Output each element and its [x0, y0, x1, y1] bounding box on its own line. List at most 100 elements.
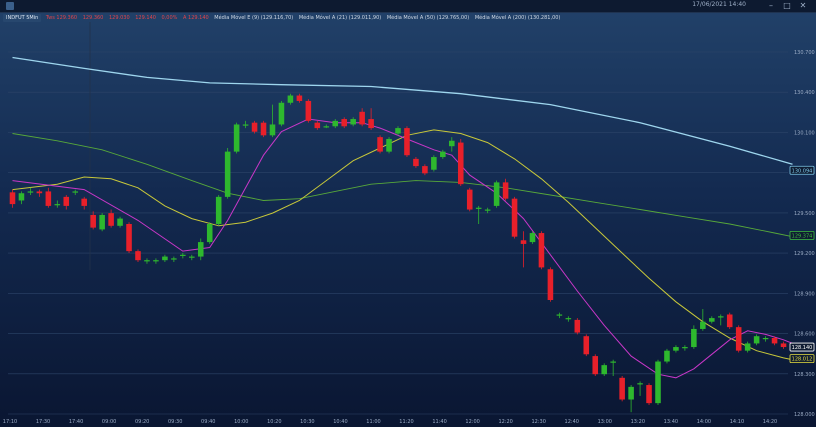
- candle-body: [610, 361, 616, 363]
- candle-body: [556, 314, 563, 316]
- candle-body: [54, 204, 61, 206]
- candle-body: [511, 198, 518, 237]
- candle-body: [126, 224, 132, 252]
- candle-body: [744, 343, 751, 351]
- x-tick-label: 10:30: [300, 419, 314, 425]
- candle-body: [215, 196, 222, 224]
- candle-body: [278, 102, 285, 125]
- candle-body: [18, 193, 25, 201]
- y-tick-label: 129.200: [794, 251, 815, 257]
- candle-body: [386, 138, 392, 152]
- x-tick-label: 12:40: [565, 419, 579, 425]
- x-tick-label: 09:30: [168, 419, 182, 425]
- candle-body: [368, 119, 374, 129]
- x-tick-label: 11:40: [432, 419, 446, 425]
- candle-body: [726, 314, 733, 328]
- y-tick-label: 130.100: [794, 130, 815, 136]
- candle-body: [162, 256, 168, 261]
- candle-body: [269, 124, 276, 136]
- candle-body: [601, 365, 607, 375]
- x-tick-label: 12:20: [498, 419, 512, 425]
- y-tick-label: 128.000: [794, 412, 815, 418]
- candle-body: [655, 361, 661, 404]
- candle-body: [144, 260, 150, 262]
- y-tick-label: 129.500: [794, 211, 815, 217]
- y-tick-label: 130.700: [794, 50, 815, 56]
- candle-body: [287, 95, 294, 103]
- candle-body: [637, 383, 643, 385]
- y-tick-label: 128.600: [794, 332, 815, 338]
- x-tick-label: 14:10: [730, 419, 744, 425]
- x-tick-label: 09:20: [135, 419, 149, 425]
- chart-window: 17/06/2021 14:40 – □ ✕ INDFUT 5Min Tws 1…: [0, 0, 816, 427]
- sma200-line: [12, 56, 793, 165]
- candlestick-chart[interactable]: 130.700130.400130.100129.800129.500129.2…: [0, 0, 816, 427]
- candle-body: [108, 213, 114, 226]
- x-tick-label: 11:00: [366, 419, 380, 425]
- candle-body: [592, 356, 599, 375]
- candle-body: [440, 151, 446, 158]
- candle-body: [413, 158, 419, 167]
- candle-body: [664, 350, 670, 362]
- price-tag-label: 128.012: [792, 357, 813, 363]
- price-tag: 129.374: [789, 230, 815, 240]
- candle-body: [36, 191, 43, 194]
- candle-body: [466, 189, 473, 210]
- x-tick-label: 14:20: [763, 419, 777, 425]
- candle-body: [583, 336, 590, 355]
- x-tick-label: 09:00: [102, 419, 116, 425]
- candle-body: [117, 218, 123, 226]
- candle-body: [457, 142, 464, 185]
- y-tick-label: 128.900: [794, 291, 815, 297]
- x-tick-label: 14:00: [697, 419, 711, 425]
- candle-body: [332, 120, 339, 127]
- candle-body: [323, 126, 330, 128]
- candle-body: [224, 151, 231, 197]
- candle-body: [574, 319, 581, 333]
- candle-body: [709, 318, 715, 322]
- x-tick-label: 13:00: [598, 419, 612, 425]
- price-tag: 128.140: [789, 342, 815, 352]
- candle-body: [771, 338, 778, 344]
- candle-body: [762, 338, 769, 340]
- candle-body: [673, 347, 679, 351]
- candle-body: [99, 214, 105, 230]
- candle-body: [377, 137, 383, 152]
- candle-body: [350, 119, 356, 125]
- candle-body: [422, 166, 428, 174]
- candle-body: [735, 327, 742, 351]
- price-tag-label: 129.374: [792, 233, 813, 239]
- candle-body: [81, 198, 87, 206]
- candle-body: [197, 242, 204, 257]
- candle-body: [717, 316, 724, 318]
- x-tick-label: 10:40: [333, 419, 347, 425]
- candle-body: [619, 377, 625, 400]
- candle-body: [63, 196, 70, 206]
- x-tick-label: 12:30: [531, 419, 545, 425]
- candle-body: [251, 122, 258, 132]
- candle-body: [520, 240, 527, 244]
- x-tick-label: 17:30: [36, 419, 50, 425]
- x-tick-label: 12:00: [465, 419, 479, 425]
- candle-body: [538, 233, 545, 268]
- candle-body: [565, 318, 572, 320]
- candle-body: [431, 157, 437, 170]
- candle-body: [341, 119, 347, 127]
- candle-body: [484, 209, 491, 211]
- candle-body: [180, 254, 186, 256]
- candle-body: [449, 140, 455, 147]
- price-tag-label: 128.140: [792, 345, 813, 351]
- candle-body: [529, 233, 536, 243]
- candle-body: [233, 124, 240, 152]
- x-tick-label: 10:20: [267, 419, 281, 425]
- candle-body: [27, 191, 34, 193]
- candle-body: [691, 328, 697, 348]
- candle-body: [305, 100, 312, 121]
- candle-body: [72, 191, 79, 193]
- y-tick-label: 128.300: [794, 372, 815, 378]
- candle-body: [296, 95, 303, 101]
- candle-body: [314, 122, 321, 129]
- candle-body: [753, 336, 760, 344]
- candle-body: [646, 385, 652, 404]
- candle-body: [260, 122, 267, 136]
